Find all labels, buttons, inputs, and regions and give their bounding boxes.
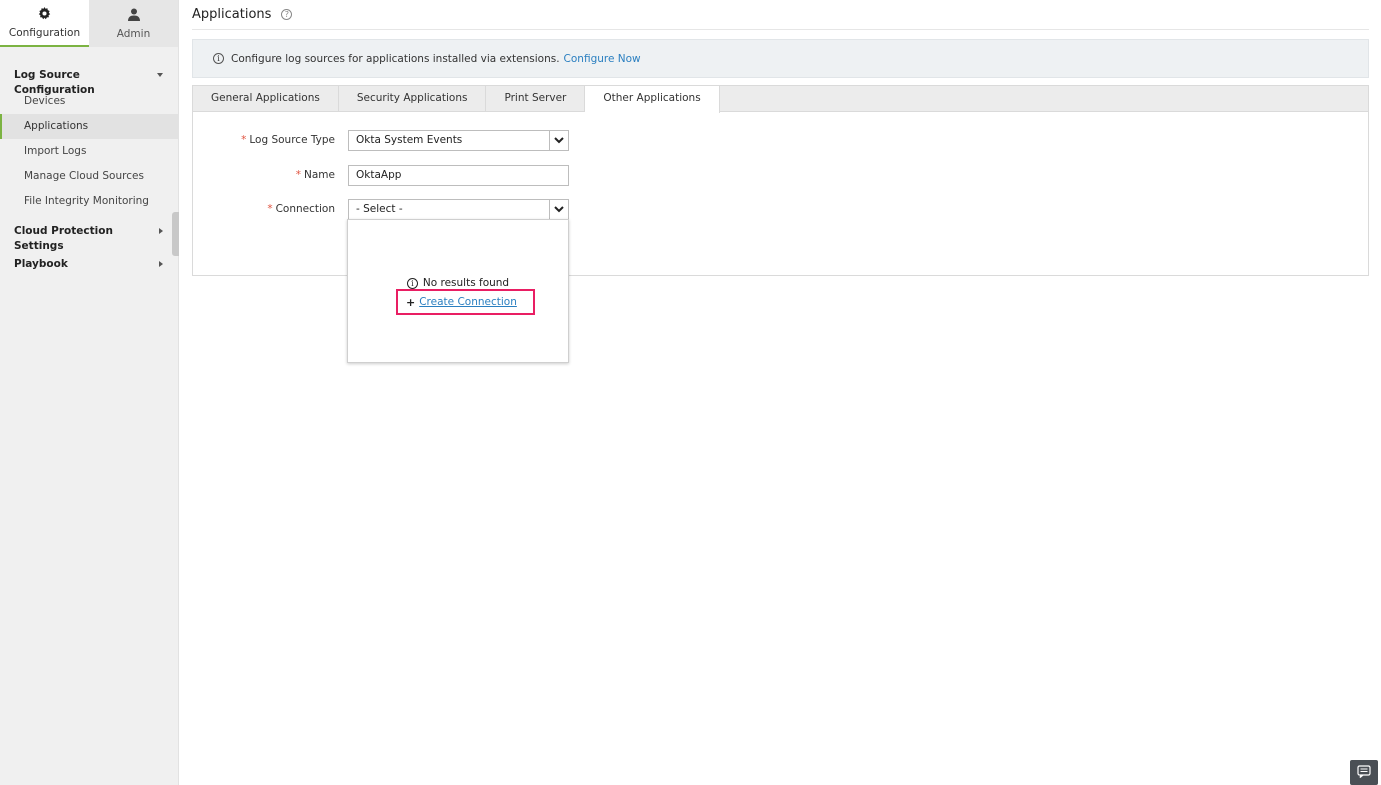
top-tabs: Configuration Admin: [0, 0, 178, 47]
configure-now-link[interactable]: Configure Now: [564, 53, 641, 65]
sidebar-item-file-integrity-monitoring[interactable]: File Integrity Monitoring: [0, 189, 178, 214]
sidebar-item-manage-cloud-sources[interactable]: Manage Cloud Sources: [0, 164, 178, 189]
tab-configuration-label: Configuration: [8, 26, 81, 39]
nav-group-log-source-configuration[interactable]: Log Source Configuration: [0, 62, 178, 96]
chevron-down-icon: [549, 131, 568, 150]
help-icon[interactable]: ?: [281, 9, 293, 20]
nav-group-label: Log Source Configuration: [14, 69, 95, 96]
page-title: Applications: [192, 7, 272, 22]
tab-admin-label: Admin: [116, 27, 151, 40]
tab-general-applications[interactable]: General Applications: [193, 86, 339, 112]
nav-group-cloud-protection-settings[interactable]: Cloud Protection Settings: [0, 218, 178, 252]
form-row-connection: * Connection - Select -: [193, 199, 593, 220]
tab-other-applications[interactable]: Other Applications: [585, 86, 720, 113]
nav-group-label: Playbook: [14, 258, 68, 270]
create-connection-highlight: + Create Connection: [396, 289, 535, 315]
connection-label: * Connection: [267, 203, 335, 215]
connection-select[interactable]: - Select -: [348, 199, 569, 220]
form-row-name: * Name OktaApp: [193, 165, 593, 186]
chevron-down-icon: [549, 200, 568, 219]
form-row-log-source-type: * Log Source Type Okta System Events: [193, 130, 593, 151]
tab-strip: General Applications Security Applicatio…: [193, 86, 1368, 113]
plus-icon: +: [406, 295, 416, 309]
caret-right-icon: [159, 228, 163, 234]
connection-dropdown-popup: i No results found + Create Connection: [347, 219, 569, 363]
nav-section: Log Source Configuration Devices Applica…: [0, 62, 178, 278]
chat-icon: [1357, 764, 1371, 781]
sidebar-item-import-logs[interactable]: Import Logs: [0, 139, 178, 164]
no-results-message: i No results found: [348, 277, 568, 289]
name-input[interactable]: OktaApp: [348, 165, 569, 186]
info-icon: i: [406, 278, 418, 289]
nav-group-playbook[interactable]: Playbook: [0, 251, 178, 278]
info-text: Configure log sources for applications i…: [231, 52, 560, 65]
tab-security-applications[interactable]: Security Applications: [339, 86, 487, 112]
caret-right-icon: [159, 261, 163, 267]
user-icon: [127, 8, 140, 28]
caret-down-icon: [157, 73, 163, 77]
nav-group-label: Cloud Protection Settings: [14, 225, 113, 252]
name-label: * Name: [295, 169, 335, 181]
page-header: Applications ?: [192, 0, 1369, 30]
create-connection-link[interactable]: Create Connection: [419, 296, 517, 308]
log-source-type-select[interactable]: Okta System Events: [348, 130, 569, 151]
tab-admin[interactable]: Admin: [89, 0, 178, 47]
log-source-type-label: * Log Source Type: [241, 134, 335, 146]
sidebar-item-applications[interactable]: Applications: [0, 114, 178, 139]
tab-print-server[interactable]: Print Server: [486, 86, 586, 112]
info-bar: i Configure log sources for applications…: [192, 39, 1369, 78]
sidebar-collapse-handle[interactable]: [172, 212, 179, 256]
tab-configuration[interactable]: Configuration: [0, 0, 89, 47]
gear-icon: [38, 6, 51, 27]
sidebar: Configuration Admin Log Source Configura…: [0, 0, 179, 785]
info-icon: i: [213, 53, 224, 64]
chat-button[interactable]: [1350, 760, 1378, 785]
